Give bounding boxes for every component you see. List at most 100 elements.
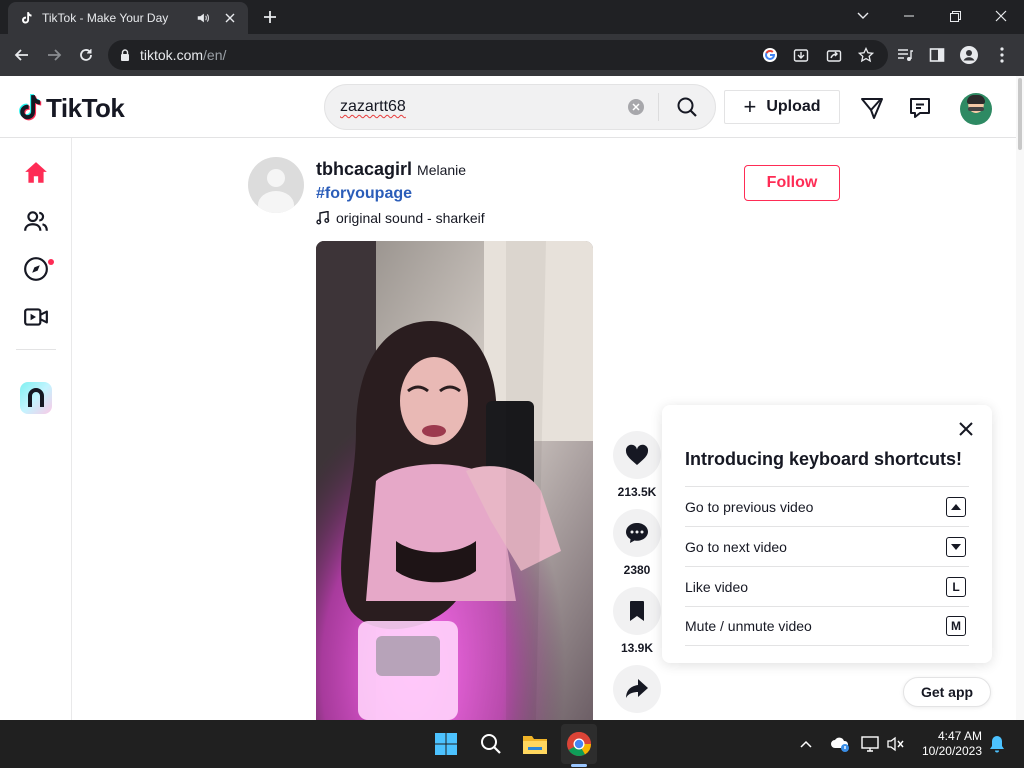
reload-icon: [80, 49, 92, 61]
start-button[interactable]: [430, 728, 462, 760]
shortcut-label: Like video: [685, 578, 749, 595]
install-app-icon[interactable]: [789, 43, 813, 67]
shortcut-mute-video: Mute / unmute video M: [685, 606, 969, 646]
side-panel-icon[interactable]: [925, 43, 949, 67]
active-app-indicator: [571, 764, 587, 767]
inbox-icon: [910, 98, 930, 118]
send-plane-icon: [861, 98, 883, 119]
arrow-up-key-icon: [946, 496, 966, 517]
tray-overflow-button[interactable]: [794, 732, 818, 756]
google-lens-icon[interactable]: [758, 43, 782, 67]
lock-icon: [120, 49, 130, 61]
volume-muted-icon[interactable]: [884, 732, 908, 756]
like-button[interactable]: [613, 431, 661, 479]
post-hashtag[interactable]: #foryoupage: [316, 185, 412, 203]
share-button[interactable]: [613, 665, 661, 713]
close-icon: [959, 422, 973, 436]
effect-house-icon: [20, 382, 52, 414]
browser-toolbar: tiktok.com/en/: [0, 34, 1024, 76]
chrome-taskbar-button[interactable]: [563, 728, 595, 760]
post-sound[interactable]: original sound - sharkeif: [316, 210, 485, 226]
share-icon[interactable]: [822, 43, 846, 67]
key-l: L: [946, 576, 966, 597]
scrollbar-thumb[interactable]: [1018, 78, 1022, 150]
taskbar-search-button[interactable]: [475, 728, 507, 760]
search-box[interactable]: zazartt68: [324, 84, 716, 130]
comment-button[interactable]: [613, 509, 661, 557]
onedrive-status-icon[interactable]: [828, 732, 852, 756]
close-icon: [995, 10, 1007, 22]
search-input[interactable]: zazartt68: [340, 98, 628, 116]
live-video-icon: [24, 308, 48, 326]
browser-tab-tiktok[interactable]: TikTok - Make Your Day: [8, 2, 248, 34]
key-m: M: [946, 616, 966, 636]
upload-button[interactable]: + Upload: [724, 90, 840, 124]
tiktok-favicon-icon: [18, 10, 34, 26]
taskbar-clock[interactable]: 4:47 AM 10/20/2023: [914, 729, 982, 759]
tiktok-logo[interactable]: TikTok: [16, 92, 125, 124]
tab-close-icon[interactable]: [222, 10, 238, 26]
get-app-button[interactable]: Get app: [903, 677, 991, 707]
shortcut-list: Go to previous video Go to next video Li…: [685, 486, 969, 646]
tab-audio-playing-icon[interactable]: [196, 11, 212, 25]
inbox-button[interactable]: [907, 95, 933, 121]
network-icon[interactable]: [858, 732, 882, 756]
arrow-right-icon: [48, 49, 62, 61]
file-explorer-button[interactable]: [519, 728, 551, 760]
minimize-button[interactable]: [886, 0, 932, 32]
new-tab-button[interactable]: [258, 7, 282, 27]
sidebar-item-following[interactable]: [22, 207, 50, 235]
close-popup-button[interactable]: [956, 419, 976, 439]
tab-search-button[interactable]: [840, 0, 886, 32]
forward-button[interactable]: [42, 43, 66, 67]
close-window-button[interactable]: [978, 0, 1024, 32]
left-sidebar: [0, 138, 72, 720]
follow-button[interactable]: Follow: [744, 165, 840, 201]
shortcut-previous-video: Go to previous video: [685, 486, 969, 526]
notification-bell-icon[interactable]: [985, 732, 1009, 756]
windows-taskbar: 4:47 AM 10/20/2023: [0, 720, 1024, 768]
reload-button[interactable]: [74, 43, 98, 67]
media-control-icon[interactable]: [893, 43, 917, 67]
shortcut-next-video: Go to next video: [685, 526, 969, 566]
bookmark-star-icon[interactable]: [854, 43, 878, 67]
tiktok-header: TikTok zazartt68 + Upload: [0, 76, 1016, 138]
shortcut-label: Go to next video: [685, 538, 787, 555]
shortcut-label: Mute / unmute video: [685, 618, 812, 634]
comment-count: 2380: [623, 563, 651, 577]
messages-button[interactable]: [859, 95, 885, 121]
browser-titlebar: TikTok - Make Your Day: [0, 0, 1024, 34]
author-handle[interactable]: tbhcacagirl: [316, 159, 412, 180]
sidebar-item-home[interactable]: [22, 159, 50, 187]
url-host: tiktok.com: [140, 47, 204, 63]
sidebar-item-live[interactable]: [22, 303, 50, 331]
page-scrollbar[interactable]: [1016, 76, 1024, 720]
shortcut-label: Go to previous video: [685, 498, 814, 515]
sidebar-item-explore[interactable]: [22, 255, 50, 283]
profile-icon[interactable]: [957, 43, 981, 67]
tiktok-logo-icon: [19, 94, 42, 121]
sidebar-item-effect-house[interactable]: [20, 382, 52, 414]
keyboard-shortcuts-popup: Introducing keyboard shortcuts! Go to pr…: [662, 405, 992, 663]
author-line[interactable]: tbhcacagirl Melanie: [316, 159, 466, 180]
clock-time: 4:47 AM: [937, 729, 982, 743]
heart-icon: [625, 444, 649, 465]
plus-icon: +: [743, 94, 757, 119]
notification-dot: [48, 259, 54, 265]
popup-title: Introducing keyboard shortcuts!: [685, 449, 963, 469]
clock-date: 10/20/2023: [921, 744, 982, 758]
save-count: 13.9K: [620, 641, 654, 655]
search-button[interactable]: [659, 85, 715, 129]
author-nickname: Melanie: [417, 162, 467, 178]
author-avatar[interactable]: [248, 157, 304, 213]
user-avatar[interactable]: [960, 93, 992, 125]
save-button[interactable]: [613, 587, 661, 635]
back-button[interactable]: [10, 43, 34, 67]
search-icon: [481, 734, 501, 754]
tab-title: TikTok - Make Your Day: [42, 11, 169, 25]
comment-icon: [626, 523, 648, 543]
restore-button[interactable]: [932, 0, 978, 32]
clear-search-icon[interactable]: [628, 99, 644, 115]
chrome-menu-icon[interactable]: [990, 43, 1014, 67]
video-player[interactable]: [316, 241, 593, 720]
